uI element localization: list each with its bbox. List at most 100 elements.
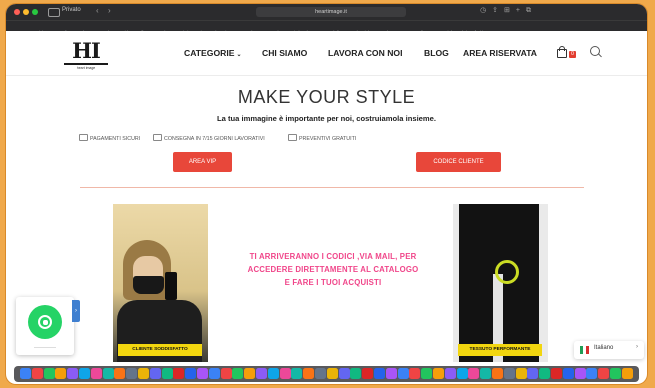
- dock-app-icon[interactable]: [468, 368, 480, 379]
- dock-app-icon[interactable]: [574, 368, 586, 379]
- dock-app-icon[interactable]: [244, 368, 256, 379]
- dock-app-icon[interactable]: [220, 368, 232, 379]
- dock-app-icon[interactable]: [138, 368, 149, 379]
- page-title: MAKE YOUR STYLE: [237, 87, 416, 107]
- dock-app-icon[interactable]: [291, 368, 303, 379]
- nav-blog[interactable]: BLOG: [424, 48, 449, 58]
- browser-action-icons[interactable]: ◷⇪⊞+⧉: [480, 6, 537, 15]
- dock-app-icon[interactable]: [421, 368, 433, 379]
- dock-app-icon[interactable]: [433, 368, 444, 379]
- dock-app-icon[interactable]: [539, 368, 551, 379]
- dock-app-icon[interactable]: [173, 368, 185, 379]
- language-selector[interactable]: Italiano ›: [574, 341, 644, 359]
- dock-app-icon[interactable]: [20, 368, 31, 379]
- sidebar-toggle-icon[interactable]: [48, 8, 60, 17]
- left-photo-caption: CLIENTE SODDISFATTO: [118, 344, 202, 356]
- dock-app-icon[interactable]: [114, 368, 126, 379]
- zoom-window-button[interactable]: [32, 9, 38, 15]
- dock-app-icon[interactable]: [492, 368, 503, 379]
- dock-app-icon[interactable]: [161, 368, 173, 379]
- whatsapp-widget[interactable]: [16, 297, 74, 355]
- truck-icon: [153, 134, 162, 141]
- browser-profile[interactable]: Privato: [62, 7, 81, 13]
- photo-phone: [165, 272, 177, 300]
- dock-app-icon[interactable]: [315, 368, 326, 379]
- pants-logo-icon: [495, 260, 519, 284]
- search-icon[interactable]: [590, 46, 600, 56]
- dock-app-icon[interactable]: [598, 368, 610, 379]
- dock-app-icon[interactable]: [197, 368, 208, 379]
- dock-app-icon[interactable]: [232, 368, 244, 379]
- cart-icon[interactable]: [556, 46, 568, 58]
- dock-app-icon[interactable]: [456, 368, 468, 379]
- dock-app-icon[interactable]: [527, 368, 539, 379]
- dock-app-icon[interactable]: [551, 368, 562, 379]
- dock-app-icon[interactable]: [90, 368, 102, 379]
- feature-consegna: CONSEGNA IN 7/15 GIORNI LAVORATIVI: [153, 134, 265, 142]
- macos-dock: [14, 366, 639, 382]
- nav-area-riservata[interactable]: AREA RISERVATA: [463, 48, 537, 58]
- dock-app-icon[interactable]: [503, 368, 515, 379]
- whatsapp-toggle-tab[interactable]: ›: [72, 300, 80, 322]
- photo-mask: [133, 276, 164, 294]
- feature-label: CONSEGNA IN 7/15 GIORNI LAVORATIVI: [164, 136, 265, 142]
- feature-pagamenti: PAGAMENTI SICURI: [79, 134, 140, 142]
- customer-photo: [113, 204, 208, 362]
- dock-app-icon[interactable]: [480, 368, 492, 379]
- dock-app-icon[interactable]: [279, 368, 291, 379]
- dock-app-icon[interactable]: [185, 368, 197, 379]
- dock-app-icon[interactable]: [515, 368, 527, 379]
- minimize-window-button[interactable]: [23, 9, 29, 15]
- dock-app-icon[interactable]: [55, 368, 67, 379]
- chevron-down-icon: ⌄: [236, 52, 242, 58]
- logo-letters: HI: [72, 38, 101, 63]
- site-logo[interactable]: HI heart image: [64, 38, 108, 70]
- cart-body: [557, 49, 567, 58]
- address-bar[interactable]: heartimage.it: [256, 7, 406, 17]
- dock-app-icon[interactable]: [43, 368, 55, 379]
- nav-lavora-con-noi[interactable]: LAVORA CON NOI: [328, 48, 402, 58]
- dock-app-icon[interactable]: [444, 368, 456, 379]
- dock-app-icon[interactable]: [31, 368, 43, 379]
- cart-count-badge: 0: [569, 51, 576, 58]
- feature-label: PAGAMENTI SICURI: [90, 136, 141, 142]
- dock-app-icon[interactable]: [102, 368, 114, 379]
- dock-app-icon[interactable]: [67, 368, 79, 379]
- dock-app-icon[interactable]: [374, 368, 385, 379]
- dock-app-icon[interactable]: [621, 368, 633, 379]
- nav-chi-siamo[interactable]: CHI SIAMO: [262, 48, 307, 58]
- nav-categorie[interactable]: CATEGORIE ⌄: [184, 48, 241, 58]
- dock-app-icon[interactable]: [149, 368, 161, 379]
- codice-cliente-button[interactable]: CODICE CLIENTE: [416, 152, 501, 172]
- chevron-right-icon: ›: [636, 344, 638, 350]
- feature-preventivi: PREVENTIVI GRATUITI: [288, 134, 356, 142]
- dock-app-icon[interactable]: [126, 368, 138, 379]
- dock-app-icon[interactable]: [586, 368, 598, 379]
- language-label: Italiano: [594, 345, 614, 351]
- whatsapp-icon[interactable]: [28, 305, 62, 339]
- forward-arrow-icon[interactable]: ›: [108, 6, 111, 15]
- screen-frame: Privato ‹ › heartimage.it ◷⇪⊞+⧉ Kit/SANM…: [6, 4, 647, 384]
- dock-app-icon[interactable]: [303, 368, 315, 379]
- area-vip-button[interactable]: AREA VIP: [173, 152, 232, 172]
- back-arrow-icon[interactable]: ‹: [96, 6, 99, 15]
- dock-app-icon[interactable]: [256, 368, 267, 379]
- dock-app-icon[interactable]: [208, 368, 220, 379]
- logo-underline: [64, 63, 108, 65]
- dock-app-icon[interactable]: [79, 368, 90, 379]
- dock-app-icon[interactable]: [326, 368, 338, 379]
- dock-app-icon[interactable]: [350, 368, 362, 379]
- site-header: HI heart image CATEGORIE ⌄ CHI SIAMO LAVO…: [6, 31, 647, 76]
- dock-app-icon[interactable]: [610, 368, 621, 379]
- dock-app-icon[interactable]: [409, 368, 421, 379]
- dock-app-icon[interactable]: [267, 368, 279, 379]
- close-window-button[interactable]: [14, 9, 20, 15]
- whatsapp-phone-glyph: [38, 315, 52, 329]
- dock-app-icon[interactable]: [397, 368, 409, 379]
- feature-label: PREVENTIVI GRATUITI: [299, 136, 357, 142]
- dock-app-icon[interactable]: [385, 368, 397, 379]
- dock-app-icon[interactable]: [338, 368, 350, 379]
- dock-app-icon[interactable]: [362, 368, 374, 379]
- whatsapp-divider: [34, 347, 56, 348]
- dock-app-icon[interactable]: [562, 368, 574, 379]
